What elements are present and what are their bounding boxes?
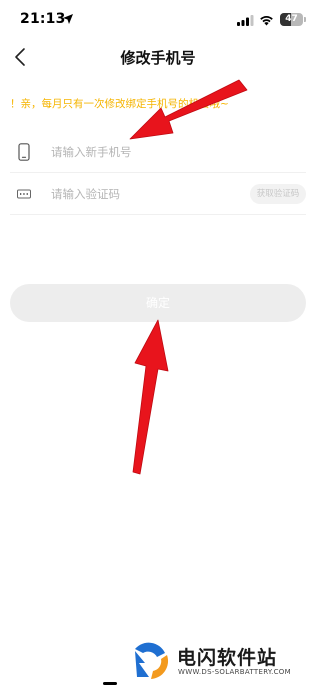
notice-text: ！亲，每月只有一次修改绑定手机号的机会哦~: [10, 98, 229, 110]
location-arrow-icon: [63, 14, 73, 24]
battery-percent: 47: [285, 14, 298, 24]
status-bar: 21:13 47: [0, 0, 316, 40]
arrow-to-confirm-button: [132, 319, 169, 475]
code-input[interactable]: [51, 184, 231, 204]
watermark-name: 电闪软件站: [177, 647, 278, 669]
status-time: 21:13: [20, 11, 66, 27]
wifi-icon: [260, 16, 273, 26]
phone-row: [10, 131, 306, 173]
watermark: 电闪软件站 WWW.DS-SOLARBATTERY.COM: [115, 632, 305, 684]
get-code-button[interactable]: 获取验证码: [250, 184, 306, 204]
watermark-logo-icon: [135, 642, 169, 679]
page-title: 修改手机号: [120, 49, 196, 67]
battery-indicator: 47: [280, 13, 303, 26]
watermark-url: WWW.DS-SOLARBATTERY.COM: [178, 668, 291, 676]
signal-icon: [237, 15, 254, 26]
phone-icon: [18, 143, 30, 161]
battery-cap: [304, 17, 306, 22]
code-icon: [17, 189, 31, 199]
home-indicator: [103, 682, 117, 685]
code-row: 获取验证码: [10, 173, 306, 215]
phone-input[interactable]: [51, 142, 231, 162]
confirm-button[interactable]: 确定: [10, 284, 306, 322]
